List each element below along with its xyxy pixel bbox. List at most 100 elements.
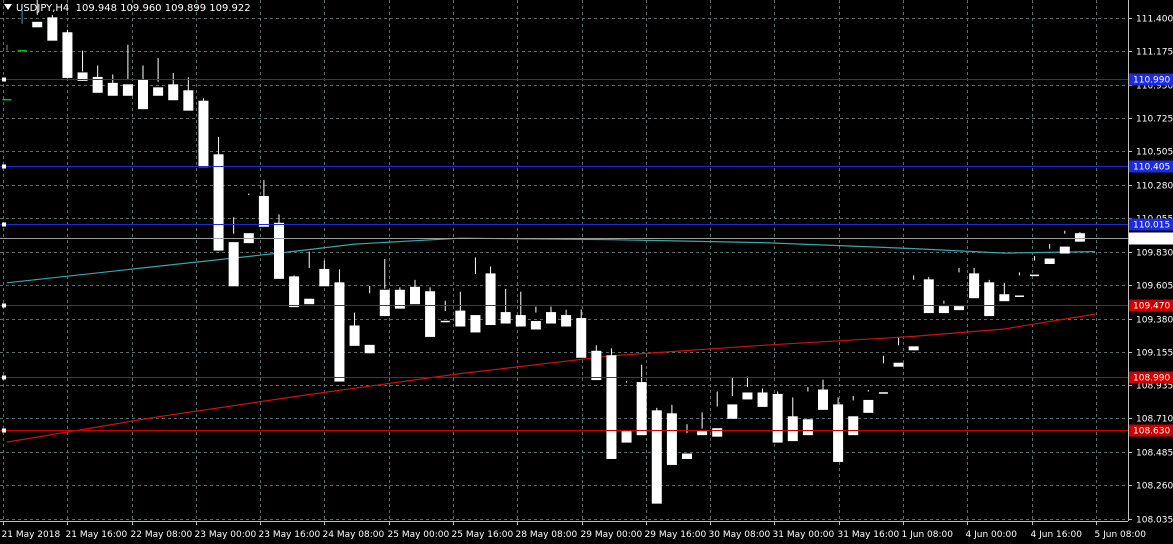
candle-bearish[interactable] [304,298,315,305]
candle-bearish[interactable] [561,315,572,327]
x-tick-label: 29 May 00:00 [581,530,643,540]
candle-bearish[interactable] [349,325,360,346]
candle-bearish[interactable] [153,87,164,96]
line-price-label: 110.015 [1133,221,1170,231]
candle-bearish[interactable] [954,306,964,311]
candle-bearish[interactable] [1059,246,1070,254]
symbol-header: USDJPY,H4 109.948 109.960 109.899 109.92… [4,3,251,15]
candle-bearish[interactable] [485,273,496,326]
y-tick-label: 108.710 [1136,415,1173,425]
candle-bearish[interactable] [893,362,904,367]
chart-window[interactable]: 111.400 111.175 110.950 110.725 110.505 110.2… [0,0,1173,544]
candle-bearish[interactable] [818,389,828,410]
candle-bearish[interactable] [122,84,133,96]
y-tick-label: 110.505 [1136,148,1173,158]
x-tick-label: 31 May 00:00 [773,530,835,540]
candle-bearish[interactable] [1074,233,1085,242]
candle-bearish[interactable] [138,79,148,110]
y-tick-label: 109.605 [1136,282,1173,292]
y-tick-label: 109.155 [1136,349,1173,359]
candle-bearish[interactable] [999,294,1010,302]
candle-bearish[interactable] [62,32,73,78]
candle-bearish[interactable] [213,154,224,251]
candle-bearish[interactable] [848,416,859,436]
candle-bearish[interactable] [938,306,949,314]
candle-bearish[interactable] [228,242,239,287]
x-tick-label: 21 May 2018 [2,530,61,540]
candle-bearish[interactable] [500,312,511,324]
line-anchor-handle[interactable] [2,222,6,227]
price-chart[interactable]: 111.400111.175110.950110.725110.505110.2… [0,0,1173,544]
candle-bearish[interactable] [364,344,375,354]
candle-bearish[interactable] [546,312,556,324]
candle-bearish[interactable] [787,416,798,442]
line-price-label: 108.990 [1133,374,1170,384]
candle-bearish[interactable] [258,195,269,227]
candle-bearish[interactable] [923,279,934,314]
candle-bearish[interactable] [636,382,647,436]
y-tick-label: 110.725 [1136,115,1173,125]
candle-bearish[interactable] [682,453,692,459]
x-tick-label: 28 May 08:00 [516,530,578,540]
line-anchor-handle[interactable] [2,428,6,433]
y-tick-label: 109.380 [1136,316,1173,326]
candle-bearish[interactable] [742,392,753,400]
candle-bearish[interactable] [530,321,541,330]
y-tick-label: 108.035 [1136,516,1173,526]
candle-bearish[interactable] [515,315,526,327]
candle-bearish[interactable] [470,315,481,333]
candle-bearish[interactable] [168,84,179,101]
candle-bearish[interactable] [712,428,723,437]
candle-bearish[interactable] [802,419,813,436]
x-tick-label: 25 May 16:00 [452,530,514,540]
x-tick-label: 23 May 16:00 [259,530,321,540]
y-tick-label: 111.400 [1136,15,1173,25]
x-tick-label: 5 Jun 08:00 [1095,530,1147,540]
candle-bearish[interactable] [183,90,194,111]
candle-bearish[interactable] [591,350,602,381]
candle-bearish[interactable] [908,346,919,351]
candle-bearish[interactable] [757,392,768,407]
candle-bearish[interactable] [984,282,995,317]
candle-bearish[interactable] [32,21,43,28]
candle-bearish[interactable] [621,431,632,443]
candle-bearish[interactable] [274,222,284,279]
candle-bearish[interactable] [410,286,420,305]
candle-bearish[interactable] [697,431,708,436]
line-price-label: 108.630 [1133,427,1170,437]
y-tick-label: 110.280 [1136,182,1173,192]
x-tick-label: 22 May 08:00 [131,530,193,540]
y-tick-label: 109.830 [1136,249,1173,259]
candle-bearish[interactable] [1044,258,1055,264]
line-anchor-handle[interactable] [2,375,6,380]
candle-bearish[interactable] [833,404,844,462]
candle-bearish[interactable] [319,268,330,287]
candle-bearish[interactable] [107,82,118,96]
candle-bearish[interactable] [772,393,783,443]
dropdown-triangle-icon[interactable] [4,4,12,10]
candle-bearish[interactable] [455,310,466,327]
line-price-label: 110.405 [1133,163,1170,173]
candle-bearish[interactable] [969,273,980,299]
x-tick-label: 29 May 16:00 [645,530,707,540]
x-tick-label: 4 Jun 00:00 [966,530,1018,540]
candle-bearish[interactable] [425,291,436,337]
candle-bearish[interactable] [198,100,209,168]
candle-bearish[interactable] [666,413,677,465]
candle-bearish[interactable] [727,404,738,419]
x-tick-label: 23 May 00:00 [195,530,257,540]
candle-bearish[interactable] [379,289,390,317]
line-price-label: 109.470 [1133,302,1170,312]
candle-bearish[interactable] [334,282,345,382]
candle-bearish[interactable] [863,399,874,413]
line-anchor-handle[interactable] [2,77,6,82]
line-anchor-handle[interactable] [2,164,6,169]
candle-bearish[interactable] [289,276,300,308]
line-anchor-handle[interactable] [2,303,6,308]
x-tick-label: 31 May 16:00 [838,530,900,540]
candle-bearish[interactable] [606,355,617,459]
x-tick-label: 25 May 00:00 [388,530,450,540]
candle-bearish[interactable] [576,318,587,358]
candle-bearish[interactable] [651,410,662,504]
candle-bearish[interactable] [47,17,58,41]
